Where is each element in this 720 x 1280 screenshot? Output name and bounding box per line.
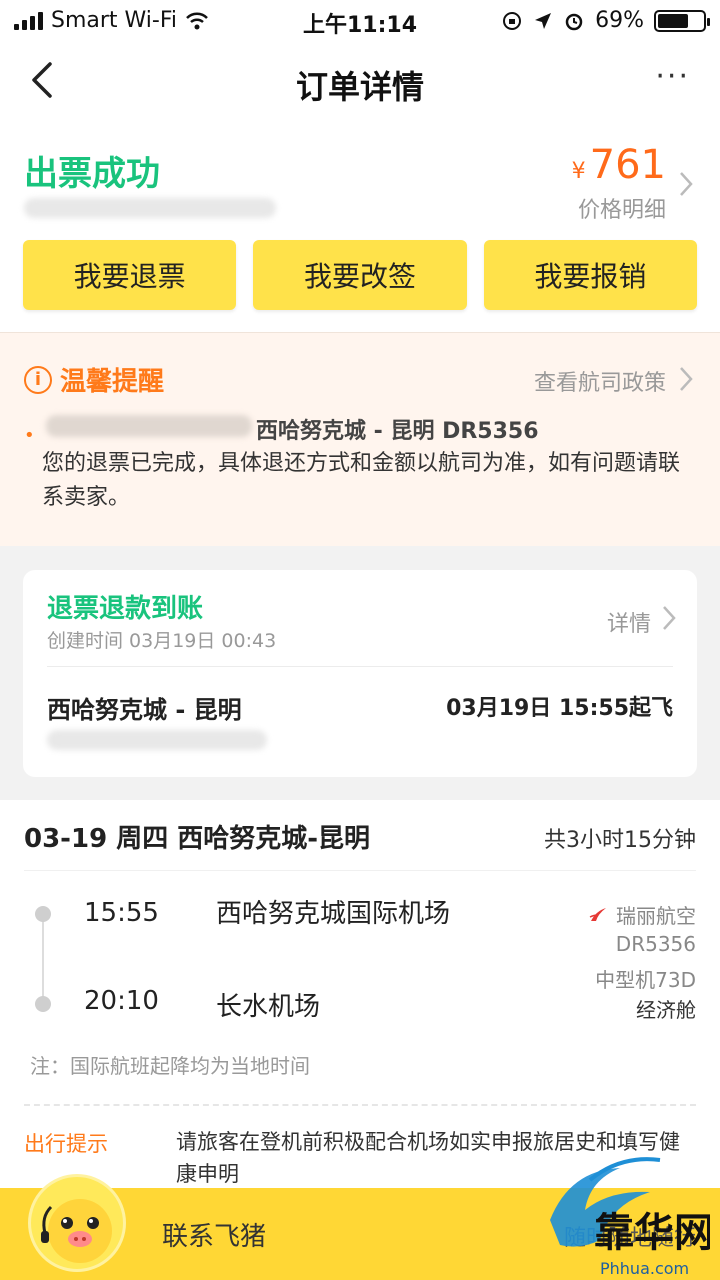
refund-status-title: 退票退款到账 <box>47 594 204 624</box>
reminder-section: i 温馨提醒 查看航司政策 • 西哈努克城 - 昆明 DR5356 您的退票已完… <box>0 332 720 546</box>
redacted-text <box>24 198 276 218</box>
site-watermark-logo: 靠华网 Phhua.com <box>550 1157 710 1278</box>
local-time-note: 注：国际航班起降均为当地时间 <box>30 1054 310 1078</box>
status-bar: Smart Wi-Fi 上午11:14 69% <box>0 0 720 40</box>
order-status-title: 出票成功 <box>24 154 160 194</box>
flight-header: 03-19 周四 西哈努克城-昆明 <box>24 824 371 854</box>
refund-departure: 03月19日 15:55起飞 <box>446 696 673 721</box>
page-title: 订单详情 <box>295 68 424 106</box>
reimburse-button[interactable]: 我要报销 <box>483 240 697 310</box>
info-icon: i <box>24 365 52 394</box>
contact-fliggy-button[interactable]: 联系飞猪 <box>162 1216 266 1253</box>
airline-info: 瑞丽航空 <box>588 900 696 929</box>
departure-time: 15:55 <box>84 898 159 928</box>
refund-detail-link[interactable]: 详情 <box>607 606 651 638</box>
reminder-header: i 温馨提醒 <box>24 361 164 398</box>
travel-tip-label: 出行提示 <box>24 1132 108 1156</box>
fliggy-mascot-avatar[interactable] <box>28 1174 126 1272</box>
chevron-right-icon[interactable] <box>661 604 677 632</box>
watermark-text: 靠华网 <box>594 1210 710 1256</box>
reminder-body: 您的退票已完成，具体退还方式和金额以航司为准，如有问题请联系卖家。 <box>42 451 681 510</box>
more-icon[interactable]: ··· <box>655 62 690 92</box>
arrival-airport: 长水机场 <box>216 992 321 1022</box>
departure-airport: 西哈努克城国际机场 <box>216 899 451 929</box>
battery-percent: 69% <box>595 8 644 33</box>
pig-mascot-icon <box>41 1199 112 1263</box>
status-bar-right: 69% <box>501 8 710 33</box>
dashed-divider <box>24 1104 696 1106</box>
airline-policy-link[interactable]: 查看航司政策 <box>534 365 666 397</box>
location-icon <box>535 12 552 29</box>
change-ticket-button[interactable]: 我要改签 <box>253 240 467 310</box>
divider <box>47 666 673 667</box>
price-detail-link[interactable]: 价格明细 <box>578 192 666 224</box>
timeline-dot-departure <box>35 906 51 922</box>
battery-icon <box>654 9 710 32</box>
watermark-domain: Phhua.com <box>600 1259 689 1278</box>
aircraft-type: 中型机73D <box>595 968 696 992</box>
flight-number: DR5356 <box>615 932 696 956</box>
bullet-dot: • <box>24 425 35 446</box>
rotation-lock-icon <box>503 11 522 30</box>
refund-created-time: 创建时间 03月19日 00:43 <box>47 630 277 652</box>
nav-bar: 订单详情 ··· <box>0 40 720 122</box>
reminder-title: 温馨提醒 <box>60 367 165 397</box>
airline-logo-icon <box>589 907 606 921</box>
refund-card[interactable]: 退票退款到账 创建时间 03月19日 00:43 详情 西哈努克城 - 昆明 0… <box>23 570 697 777</box>
timeline-dot-arrival <box>35 996 51 1012</box>
arrival-time: 20:10 <box>84 986 159 1016</box>
timeline-line <box>42 914 44 1004</box>
order-price[interactable]: ¥761 <box>572 142 666 188</box>
flight-section: 03-19 周四 西哈努克城-昆明 共3小时15分钟 15:55 西哈努克城国际… <box>0 800 720 1200</box>
alarm-icon <box>565 13 583 30</box>
reminder-route: 西哈努克城 - 昆明 DR5356 <box>256 419 539 444</box>
price-value: 761 <box>589 142 666 188</box>
redacted-text <box>47 730 267 750</box>
airline-name: 瑞丽航空 <box>616 904 696 928</box>
currency-symbol: ¥ <box>571 159 586 184</box>
flight-duration: 共3小时15分钟 <box>544 828 696 853</box>
order-status-section: 出票成功 ¥761 价格明细 我要退票 我要改签 我要报销 <box>0 122 720 332</box>
chevron-right-icon[interactable] <box>678 365 694 393</box>
divider <box>24 870 696 871</box>
battery-fill <box>658 13 689 28</box>
action-buttons: 我要退票 我要改签 我要报销 <box>23 240 697 310</box>
cabin-class: 经济舱 <box>636 998 696 1022</box>
refund-button[interactable]: 我要退票 <box>23 240 237 310</box>
refund-route: 西哈努克城 - 昆明 <box>47 696 242 724</box>
redacted-text <box>46 415 252 437</box>
chevron-right-icon[interactable] <box>678 170 694 198</box>
